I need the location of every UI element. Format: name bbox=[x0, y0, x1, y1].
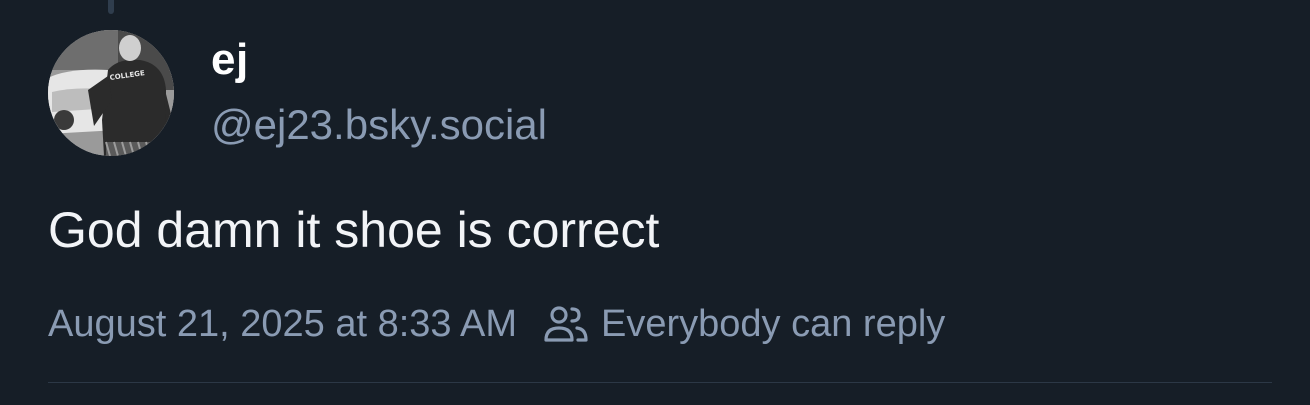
reply-setting-label: Everybody can reply bbox=[601, 303, 946, 345]
post-timestamp[interactable]: August 21, 2025 at 8:33 AM bbox=[48, 305, 517, 343]
post-text: God damn it shoe is correct bbox=[48, 202, 660, 258]
thread-connector-line bbox=[108, 0, 114, 14]
divider bbox=[48, 382, 1272, 383]
post-detail: COLLEGE ej @ej23.bsky.social God damn it… bbox=[0, 0, 1310, 405]
reply-setting-button[interactable]: Everybody can reply bbox=[543, 304, 945, 344]
avatar[interactable]: COLLEGE bbox=[48, 30, 174, 156]
people-icon bbox=[543, 304, 589, 344]
author-display-name[interactable]: ej bbox=[211, 38, 249, 82]
author-handle[interactable]: @ej23.bsky.social bbox=[211, 104, 547, 146]
post-meta-row: August 21, 2025 at 8:33 AM Everybody can… bbox=[48, 302, 945, 346]
avatar-photo: COLLEGE bbox=[48, 30, 174, 156]
